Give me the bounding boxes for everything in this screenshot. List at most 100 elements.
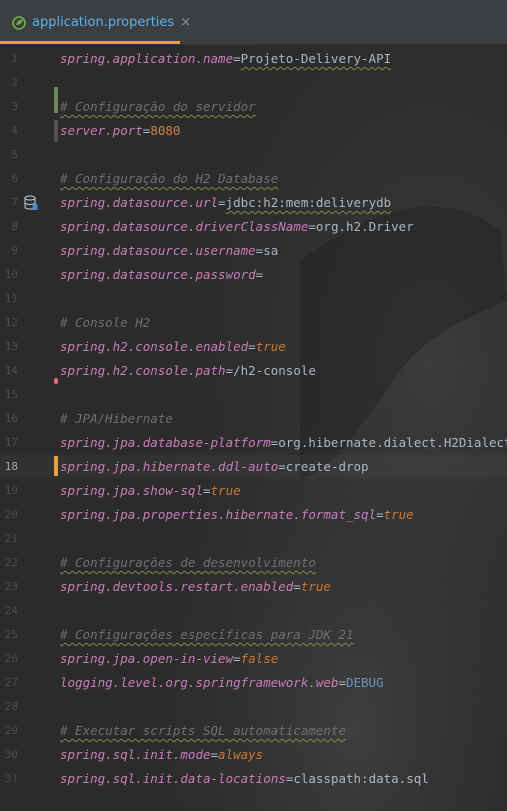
equals-sign: = — [210, 747, 219, 762]
code-line[interactable]: 31 spring.sql.init.data-locations=classpa… — [0, 767, 507, 791]
change-marker-current[interactable] — [54, 456, 58, 476]
code-line[interactable]: 28 — [0, 695, 507, 719]
property-value: true — [300, 579, 331, 594]
line-number: 6 — [11, 172, 18, 185]
line-number: 14 — [4, 364, 18, 377]
change-marker-modified[interactable] — [54, 120, 58, 142]
close-tab-icon[interactable]: × — [180, 15, 191, 30]
property-key: spring.jpa.database-platform — [60, 435, 271, 450]
line-number: 16 — [4, 412, 18, 425]
equals-sign: = — [255, 267, 264, 282]
line-number: 26 — [4, 652, 18, 665]
code-text: spring.jpa.hibernate.ddl-auto=create-dro… — [60, 455, 369, 479]
code-line[interactable]: 27 logging.level.org.springframework.web=… — [0, 671, 507, 695]
code-line[interactable]: 4 server.port=8080 — [0, 119, 507, 143]
code-line[interactable]: 21 — [0, 527, 507, 551]
comment-text: # Configuração do H2 Database — [60, 171, 279, 186]
code-line[interactable]: 6 # Configuração do H2 Database — [0, 167, 507, 191]
property-value: always — [218, 747, 264, 762]
line-number: 17 — [4, 436, 18, 449]
line-number: 19 — [4, 484, 18, 497]
code-line[interactable]: 17 spring.jpa.database-platform=org.hiber… — [0, 431, 507, 455]
code-line[interactable]: 29 # Executar scripts SQL automaticamente — [0, 719, 507, 743]
code-line[interactable]: 15 — [0, 383, 507, 407]
change-marker-added[interactable] — [54, 87, 58, 113]
code-line[interactable]: 8 spring.datasource.driverClassName=org.h… — [0, 215, 507, 239]
code-line[interactable]: 24 — [0, 599, 507, 623]
code-line[interactable]: 16 # JPA/Hibernate — [0, 407, 507, 431]
code-text: # Configurações específicas para JDK 21 — [60, 623, 354, 647]
equals-sign: = — [278, 459, 286, 474]
change-marker-error[interactable] — [54, 378, 58, 384]
property-value: sa — [263, 243, 279, 258]
property-key: spring.jpa.open-in-view — [60, 651, 234, 666]
code-text: # Configuração do H2 Database — [60, 167, 278, 191]
property-key: spring.datasource.password — [60, 267, 256, 282]
code-text: spring.jpa.properties.hibernate.format_s… — [60, 503, 414, 527]
property-key: spring.datasource.username — [60, 243, 256, 258]
code-text: spring.datasource.password= — [60, 263, 263, 287]
equals-sign: = — [293, 579, 301, 594]
property-value: Projeto-Delivery-API — [240, 51, 392, 66]
code-text: logging.level.org.springframework.web=DE… — [60, 671, 384, 695]
line-number: 28 — [4, 700, 18, 713]
code-line[interactable]: 26 spring.jpa.open-in-view=false — [0, 647, 507, 671]
line-number: 18 — [4, 460, 18, 473]
line-number: 24 — [4, 604, 18, 617]
code-line[interactable]: 9 spring.datasource.username=sa — [0, 239, 507, 263]
line-number: 11 — [4, 292, 18, 305]
line-number: 29 — [4, 724, 18, 737]
line-number: 15 — [4, 388, 18, 401]
equals-sign: = — [218, 195, 226, 210]
code-line[interactable]: 5 — [0, 143, 507, 167]
code-text: spring.jpa.show-sql=true — [60, 479, 241, 503]
code-text: spring.jpa.open-in-view=false — [60, 647, 278, 671]
equals-sign: = — [338, 675, 346, 690]
line-number: 27 — [4, 676, 18, 689]
line-number: 25 — [4, 628, 18, 641]
code-line[interactable]: 19 spring.jpa.show-sql=true — [0, 479, 507, 503]
code-text: # Console H2 — [60, 311, 150, 335]
code-line[interactable]: 20 spring.jpa.properties.hibernate.format… — [0, 503, 507, 527]
property-value: true — [383, 507, 414, 522]
line-number: 7 — [11, 196, 18, 209]
comment-text: # Configuração do servidor — [60, 99, 256, 114]
code-line[interactable]: 23 spring.devtools.restart.enabled=true — [0, 575, 507, 599]
property-key: spring.jpa.show-sql — [60, 483, 203, 498]
line-number: 3 — [11, 100, 18, 113]
code-line[interactable]: 22 # Configurações de desenvolvimento — [0, 551, 507, 575]
code-text: # JPA/Hibernate — [60, 407, 173, 431]
property-key: spring.jpa.hibernate.ddl-auto — [60, 459, 279, 474]
line-number: 5 — [11, 148, 18, 161]
property-key: spring.sql.init.mode — [60, 747, 211, 762]
code-line[interactable]: 11 — [0, 287, 507, 311]
comment-text: # Executar scripts SQL automaticamente — [60, 723, 346, 738]
property-value: jdbc:h2:mem:deliverydb — [225, 195, 392, 210]
property-value: create-drop — [285, 459, 369, 474]
code-text: spring.sql.init.mode=always — [60, 743, 263, 767]
property-key: spring.datasource.url — [60, 195, 219, 210]
line-number: 2 — [11, 76, 18, 89]
equals-sign: = — [376, 507, 384, 522]
code-line[interactable]: 25 # Configurações específicas para JDK 2… — [0, 623, 507, 647]
code-line[interactable]: 3 # Configuração do servidor — [0, 95, 507, 119]
code-line[interactable]: 7 spring.datasource.url=jdbc:h2:mem:deliv… — [0, 191, 507, 215]
code-line[interactable]: 18 spring.jpa.hibernate.ddl-auto=create-d… — [0, 455, 507, 479]
database-icon[interactable] — [24, 195, 38, 211]
property-key: spring.h2.console.enabled — [60, 339, 249, 354]
code-line[interactable]: 1 spring.application.name=Projeto-Deliver… — [0, 47, 507, 71]
code-line[interactable]: 2 — [0, 71, 507, 95]
code-line[interactable]: 30 spring.sql.init.mode=always — [0, 743, 507, 767]
code-text: spring.application.name=Projeto-Delivery… — [60, 47, 391, 71]
code-text: spring.sql.init.data-locations=classpath… — [60, 767, 429, 791]
tab-application-properties[interactable]: application.properties × — [0, 0, 191, 44]
code-line[interactable]: 13 spring.h2.console.enabled=true — [0, 335, 507, 359]
code-line[interactable]: 12 # Console H2 — [0, 311, 507, 335]
line-number: 20 — [4, 508, 18, 521]
code-line[interactable]: 10 spring.datasource.password= — [0, 263, 507, 287]
code-line[interactable]: 14 spring.h2.console.path=/h2-console — [0, 359, 507, 383]
code-text: spring.datasource.url=jdbc:h2:mem:delive… — [60, 191, 391, 215]
line-number: 22 — [4, 556, 18, 569]
comment-text: # JPA/Hibernate — [60, 411, 173, 426]
code-editor[interactable]: 1 spring.application.name=Projeto-Deliver… — [0, 45, 507, 811]
